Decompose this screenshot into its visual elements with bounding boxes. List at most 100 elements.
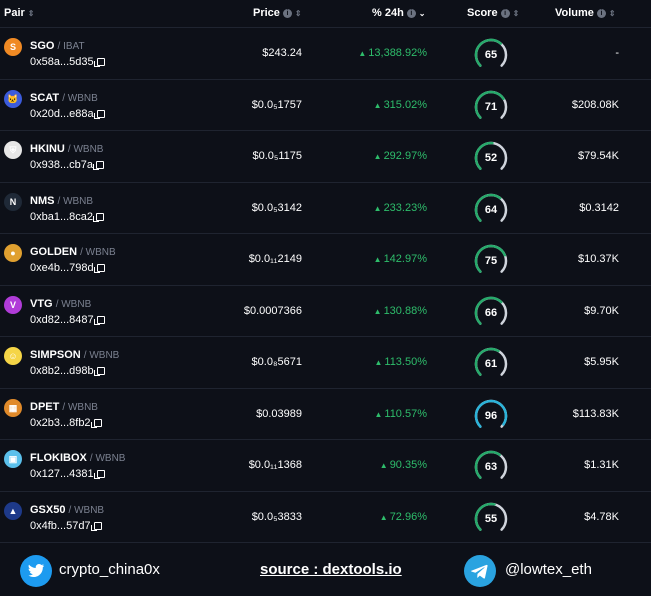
token-address: 0x938...cb7a bbox=[30, 159, 104, 171]
arrow-up-icon: ▲ bbox=[373, 306, 382, 316]
score-gauge: 55 bbox=[472, 500, 510, 538]
token-logo-icon: ⛨ bbox=[4, 141, 22, 159]
table-row[interactable]: ▦ DPET / WBNB 0x2b3...8fb2 $0.03989 ▲ 110… bbox=[0, 389, 651, 440]
token-logo-icon: 🐱 bbox=[4, 89, 22, 108]
token-address: 0xd82...8487 bbox=[30, 314, 105, 326]
score-value: 75 bbox=[484, 255, 498, 267]
change-value: ▲ 113.50% bbox=[374, 356, 427, 368]
sort-icon: ⇕ bbox=[608, 8, 616, 18]
arrow-up-icon: ▲ bbox=[373, 100, 382, 110]
token-logo-icon: ▣ bbox=[4, 450, 22, 468]
twitter-icon bbox=[20, 555, 52, 587]
change-value: ▲ 292.97% bbox=[373, 150, 427, 162]
price-value: $0.0₅1175 bbox=[252, 150, 303, 162]
score-value: 63 bbox=[484, 461, 498, 473]
token-logo-icon: ▦ bbox=[4, 398, 22, 417]
copy-icon[interactable] bbox=[93, 161, 104, 170]
arrow-up-icon: ▲ bbox=[373, 255, 382, 264]
copy-icon[interactable] bbox=[93, 212, 104, 222]
pair-symbol[interactable]: NMS / WBNB bbox=[30, 195, 93, 207]
source-link[interactable]: source : dextools.io bbox=[260, 561, 402, 578]
token-logo-icon: N bbox=[4, 192, 22, 211]
token-address: 0x4fb...57d7 bbox=[30, 520, 102, 532]
header-score[interactable]: Score i ⇕ bbox=[467, 7, 519, 19]
table-row[interactable]: N NMS / WBNB 0xba1...8ca2 $0.0₅3142 ▲ 233… bbox=[0, 183, 651, 234]
token-address: 0xba1...8ca2 bbox=[30, 211, 104, 223]
volume-value: $4.78K bbox=[584, 510, 619, 523]
score-gauge: 63 bbox=[472, 448, 510, 486]
header-price[interactable]: Price i ⇕ bbox=[253, 7, 302, 19]
token-logo-icon: ▲ bbox=[4, 501, 22, 520]
telegram-handle[interactable]: @lowtex_eth bbox=[505, 561, 592, 578]
copy-icon[interactable] bbox=[93, 470, 105, 479]
info-icon: i bbox=[596, 8, 606, 18]
score-gauge: 52 bbox=[472, 139, 510, 177]
price-value: $0.0₁₁2149 bbox=[248, 253, 302, 265]
copy-icon[interactable] bbox=[93, 367, 105, 376]
pair-symbol[interactable]: VTG / WBNB bbox=[30, 298, 91, 310]
change-value: ▲ 142.97% bbox=[373, 253, 427, 265]
token-logo-icon: ☺ bbox=[4, 347, 22, 365]
twitter-handle[interactable]: crypto_china0x bbox=[59, 561, 160, 578]
info-icon: i bbox=[406, 8, 416, 18]
sort-icon: ⇕ bbox=[512, 8, 520, 18]
telegram-icon bbox=[464, 555, 496, 587]
token-address: 0x20d...e88a bbox=[30, 108, 105, 120]
pair-symbol[interactable]: SIMPSON / WBNB bbox=[30, 349, 119, 361]
copy-icon[interactable] bbox=[93, 315, 105, 325]
price-value: $0.03989 bbox=[256, 407, 302, 420]
table-row[interactable]: S SGO / IBAT 0x58a...5d35 $243.24 ▲ 13,38… bbox=[0, 28, 651, 80]
header-change[interactable]: % 24h i ⌄ bbox=[372, 7, 426, 19]
change-value: ▲ 233.23% bbox=[373, 201, 427, 214]
token-address: 0x8b2...d98b bbox=[30, 365, 105, 377]
price-value: $0.0₅3833 bbox=[251, 510, 302, 523]
score-value: 96 bbox=[484, 409, 498, 422]
volume-value: $9.70K bbox=[584, 304, 619, 317]
pair-symbol[interactable]: SGO / IBAT bbox=[30, 40, 85, 52]
header-volume[interactable]: Volume i ⇕ bbox=[555, 7, 616, 19]
table-row[interactable]: ● GOLDEN / WBNB 0xe4b...798d $0.0₁₁2149 … bbox=[0, 234, 651, 286]
score-value: 66 bbox=[484, 306, 498, 319]
score-gauge: 71 bbox=[472, 88, 510, 126]
table-row[interactable]: ⛨ HKINU / WBNB 0x938...cb7a $0.0₅1175 ▲ 2… bbox=[0, 131, 651, 183]
footer-bar: crypto_china0x source : dextools.io @low… bbox=[0, 546, 651, 596]
arrow-up-icon: ▲ bbox=[379, 512, 388, 522]
table-row[interactable]: 🐱 SCAT / WBNB 0x20d...e88a $0.0₅1757 ▲ 31… bbox=[0, 80, 651, 131]
copy-icon[interactable] bbox=[90, 521, 102, 531]
info-icon: i bbox=[282, 8, 292, 18]
table-row[interactable]: ▲ GSX50 / WBNB 0x4fb...57d7 $0.0₅3833 ▲ 7… bbox=[0, 492, 651, 543]
sort-icon: ⇕ bbox=[27, 8, 35, 18]
price-value: $0.0₁₁1368 bbox=[248, 459, 302, 471]
score-value: 55 bbox=[484, 512, 498, 525]
price-value: $0.0007366 bbox=[243, 304, 302, 317]
token-logo-icon: ● bbox=[4, 244, 22, 262]
pair-symbol[interactable]: GSX50 / WBNB bbox=[30, 504, 104, 516]
header-pair[interactable]: Pair ⇕ bbox=[4, 7, 35, 19]
table-row[interactable]: ▣ FLOKIBOX / WBNB 0x127...4381 $0.0₁₁136… bbox=[0, 440, 651, 492]
table-row[interactable]: V VTG / WBNB 0xd82...8487 $0.0007366 ▲ 13… bbox=[0, 286, 651, 337]
volume-value: $5.95K bbox=[584, 356, 619, 368]
score-gauge: 66 bbox=[472, 294, 510, 332]
token-logo-icon: V bbox=[4, 295, 22, 314]
pair-symbol[interactable]: DPET / WBNB bbox=[30, 401, 98, 413]
pair-symbol[interactable]: GOLDEN / WBNB bbox=[30, 246, 116, 258]
copy-icon[interactable] bbox=[90, 418, 102, 428]
copy-icon[interactable] bbox=[93, 264, 105, 273]
score-gauge: 96 bbox=[472, 397, 510, 435]
volume-value: $79.54K bbox=[578, 150, 619, 162]
pair-symbol[interactable]: SCAT / WBNB bbox=[30, 92, 98, 104]
volume-value: $208.08K bbox=[571, 98, 619, 111]
score-value: 71 bbox=[484, 100, 498, 113]
info-icon: i bbox=[500, 8, 510, 18]
change-value: ▲ 110.57% bbox=[374, 407, 427, 420]
copy-icon[interactable] bbox=[93, 109, 105, 119]
volume-value: $1.31K bbox=[584, 459, 619, 471]
score-value: 65 bbox=[484, 49, 498, 61]
token-address: 0x2b3...8fb2 bbox=[30, 417, 102, 429]
table-header: Pair ⇕ Price i ⇕ % 24h i ⌄ Score i ⇕ Volume i ⇕ bbox=[0, 0, 651, 28]
copy-icon[interactable] bbox=[93, 58, 105, 67]
pair-symbol[interactable]: HKINU / WBNB bbox=[30, 143, 103, 155]
change-value: ▲ 90.35% bbox=[379, 459, 427, 471]
pair-symbol[interactable]: FLOKIBOX / WBNB bbox=[30, 452, 125, 464]
table-row[interactable]: ☺ SIMPSON / WBNB 0x8b2...d98b $0.0₈5671 … bbox=[0, 337, 651, 389]
